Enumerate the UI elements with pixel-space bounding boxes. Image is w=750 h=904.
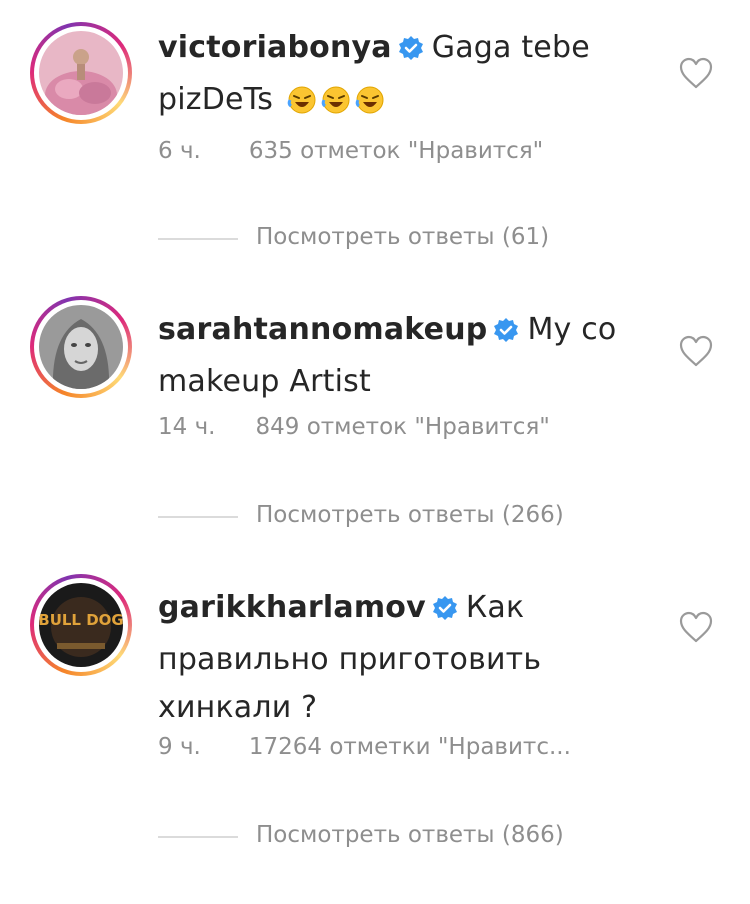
timestamp: 6 ч. [158, 138, 201, 164]
like-heart-icon[interactable] [678, 610, 714, 648]
avatar[interactable] [39, 305, 123, 389]
timestamp: 9 ч. [158, 734, 201, 760]
verified-badge-icon [398, 28, 424, 76]
view-replies-button[interactable]: Посмотреть ответы (61) [256, 224, 549, 250]
verified-badge-icon [493, 310, 519, 358]
like-heart-icon[interactable] [678, 56, 714, 94]
username[interactable]: sarahtannomakeup [158, 312, 487, 347]
view-replies-button[interactable]: Посмотреть ответы (266) [256, 502, 564, 528]
avatar-ring[interactable] [30, 296, 132, 398]
avatar-ring[interactable] [30, 22, 132, 124]
laughing-emoji-icon [355, 82, 385, 130]
like-heart-icon[interactable] [678, 334, 714, 372]
replies-divider [158, 516, 238, 518]
likes-count[interactable]: 17264 отметки "Нравитс... [249, 734, 571, 760]
avatar[interactable]: BULL DOG [39, 583, 123, 667]
laughing-emoji-icon [287, 82, 317, 130]
username[interactable]: garikkharlamov [158, 590, 426, 625]
timestamp: 14 ч. [158, 414, 216, 440]
replies-divider [158, 238, 238, 240]
likes-count[interactable]: 635 отметок "Нравится" [249, 138, 543, 164]
comment-meta: 14 ч. 849 отметок "Нравится" [158, 414, 550, 440]
avatar-ring[interactable]: BULL DOG [30, 574, 132, 676]
laughing-emoji-icon [321, 82, 351, 130]
avatar[interactable] [39, 31, 123, 115]
comment-meta: 9 ч. 17264 отметки "Нравитс... [158, 734, 571, 760]
username[interactable]: victoriabonya [158, 30, 392, 65]
comment-meta: 6 ч. 635 отметок "Нравится" [158, 138, 543, 164]
verified-badge-icon [432, 588, 458, 636]
view-replies-button[interactable]: Посмотреть ответы (866) [256, 822, 564, 848]
bulldog-logo: BULL DOG [39, 611, 123, 629]
likes-count[interactable]: 849 отметок "Нравится" [255, 414, 549, 440]
replies-divider [158, 836, 238, 838]
